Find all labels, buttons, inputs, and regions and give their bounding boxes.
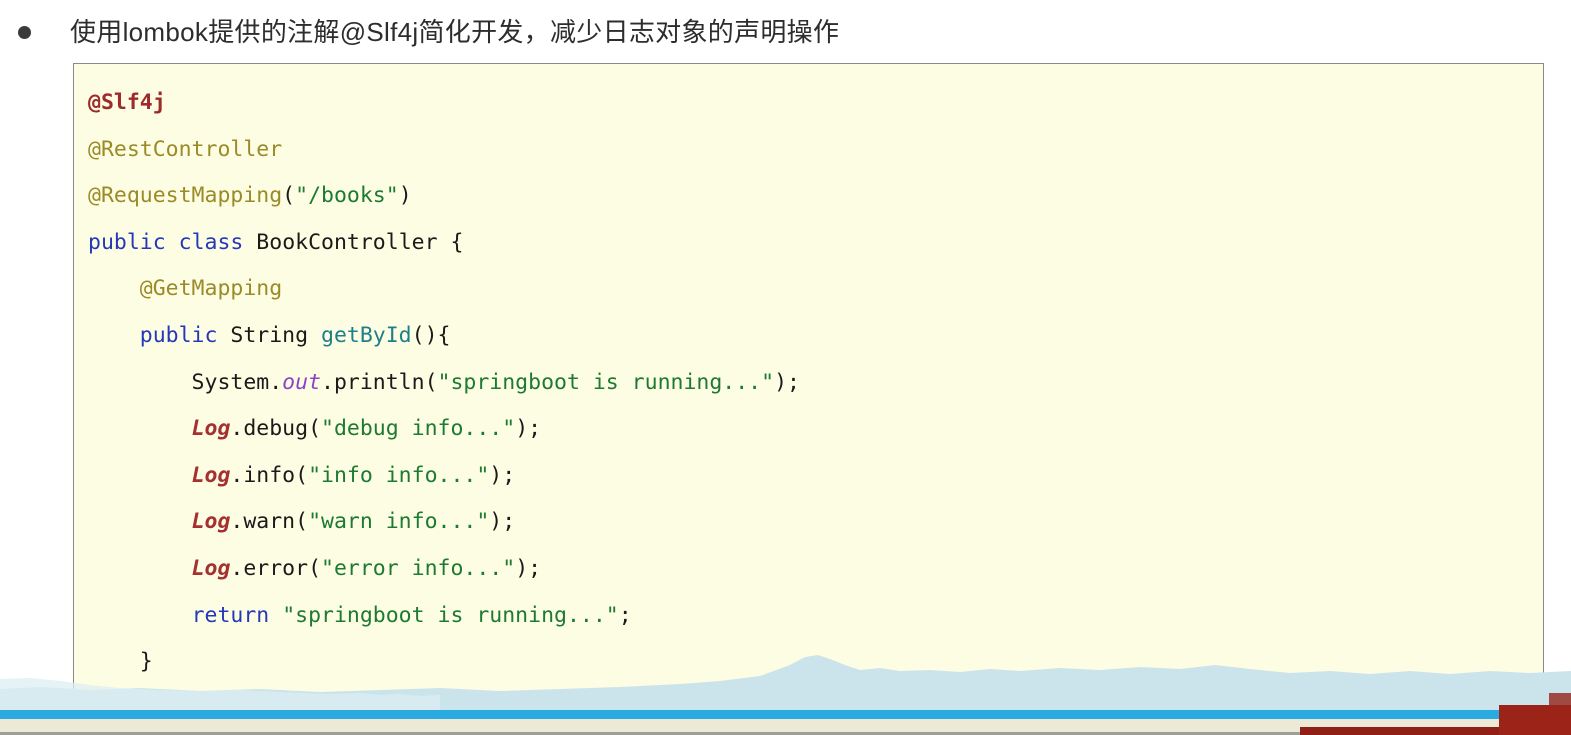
code-token: ); — [489, 509, 516, 535]
code-token: String — [217, 322, 322, 348]
code-line: @GetMapping — [74, 266, 1543, 313]
code-token: BookController { — [243, 229, 464, 255]
code-token: Log — [191, 416, 231, 442]
code-line: System.out.println("springboot is runnin… — [74, 360, 1543, 407]
code-line: public class BookController { — [74, 220, 1543, 267]
code-token: "springboot is running..." — [282, 602, 619, 628]
code-token: Log — [191, 509, 231, 535]
code-token: return — [191, 602, 270, 628]
code-token: @RestController — [88, 136, 283, 162]
code-token: out — [282, 369, 322, 395]
code-line: Log.warn("warn info..."); — [74, 499, 1543, 546]
code-token: getById — [321, 322, 412, 348]
code-token: ; — [618, 602, 632, 628]
code-token: Log — [191, 462, 231, 488]
code-line: @Slf4j — [74, 80, 1543, 127]
code-token: @GetMapping — [139, 276, 283, 302]
code-line: Log.error("error info..."); — [74, 546, 1543, 593]
code-line: } — [74, 639, 1543, 686]
code-line: Log.info("info info..."); — [74, 453, 1543, 500]
code-token: ); — [515, 416, 542, 442]
code-token: (){ — [411, 322, 451, 348]
code-token: .debug( — [230, 416, 322, 442]
code-token: ); — [489, 462, 516, 488]
code-block: @Slf4j @RestController @RequestMapping("/b… — [73, 63, 1544, 718]
code-token: "debug info..." — [321, 416, 516, 442]
code-token: "springboot is running..." — [437, 369, 775, 395]
code-token: class — [178, 229, 244, 255]
code-token: Log — [191, 555, 231, 581]
code-token: ); — [774, 369, 800, 395]
bullet-heading-row: 使用lombok提供的注解@Slf4j简化开发，减少日志对象的声明操作 — [0, 8, 1571, 56]
code-token: public — [139, 322, 218, 348]
code-line: @RestController — [74, 127, 1543, 174]
code-token: "/books" — [295, 183, 399, 209]
code-token: System. — [88, 369, 283, 395]
code-token: @RequestMapping — [88, 183, 283, 209]
code-token: .error( — [230, 555, 322, 581]
code-line: public String getById(){ — [74, 313, 1543, 360]
code-token: ); — [515, 555, 542, 581]
accent-bar — [0, 710, 1571, 719]
code-token: "info info..." — [308, 462, 490, 488]
code-token: "warn info..." — [308, 509, 490, 535]
code-token: public — [88, 229, 166, 255]
corner-badge — [1499, 705, 1571, 735]
bullet-heading-text: 使用lombok提供的注解@Slf4j简化开发，减少日志对象的声明操作 — [70, 17, 840, 47]
code-token: ) — [398, 183, 412, 209]
code-token: ( — [282, 183, 296, 209]
code-token: .warn( — [230, 509, 309, 535]
code-line: return "springboot is running..."; — [74, 593, 1543, 640]
code-line: Log.debug("debug info..."); — [74, 406, 1543, 453]
code-lines-container: @Slf4j @RestController @RequestMapping("/b… — [74, 64, 1543, 717]
code-token: .println( — [321, 369, 438, 395]
code-token: "error info..." — [321, 555, 516, 581]
code-token: } — [88, 649, 153, 675]
code-token: .info( — [230, 462, 309, 488]
code-token: @Slf4j — [88, 90, 166, 115]
code-line: @RequestMapping("/books") — [74, 173, 1543, 220]
bullet-dot-icon — [18, 25, 31, 39]
